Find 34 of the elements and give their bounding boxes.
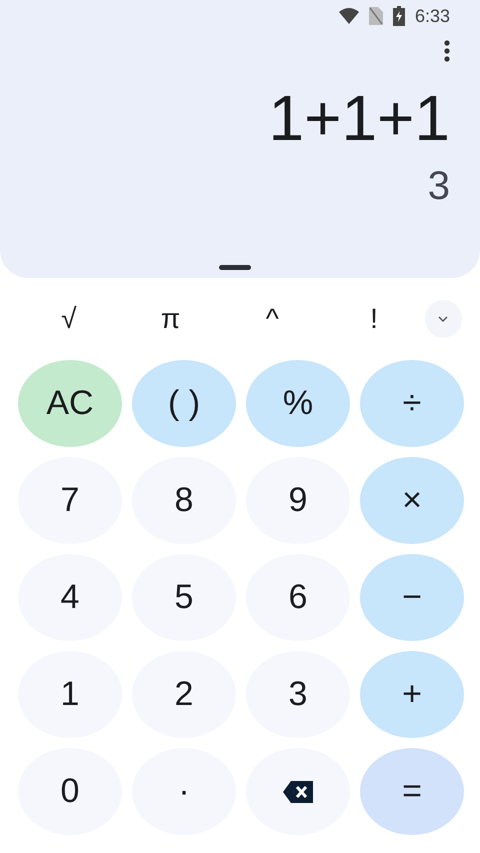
operator-key[interactable]: +: [360, 651, 464, 738]
digit-key[interactable]: ·: [132, 748, 236, 835]
wifi-icon: [338, 8, 359, 24]
digit-key[interactable]: 6: [246, 554, 350, 641]
function-key[interactable]: √: [18, 298, 120, 340]
digit-key[interactable]: 8: [132, 457, 236, 544]
expression-text: 1+1+1: [268, 86, 450, 150]
operator-key[interactable]: %: [246, 360, 350, 447]
function-key[interactable]: !: [323, 298, 425, 340]
digit-key[interactable]: 0: [18, 748, 122, 835]
result-text: 3: [428, 166, 450, 206]
drag-handle[interactable]: [219, 265, 251, 270]
digit-key[interactable]: 4: [18, 554, 122, 641]
function-key[interactable]: π: [120, 298, 222, 340]
clear-key[interactable]: AC: [18, 360, 122, 447]
digit-key[interactable]: 5: [132, 554, 236, 641]
operator-key[interactable]: −: [360, 554, 464, 641]
operator-key[interactable]: ( ): [132, 360, 236, 447]
digit-key[interactable]: 9: [246, 457, 350, 544]
digit-key[interactable]: 2: [132, 651, 236, 738]
clock-time: 6:33: [414, 4, 450, 28]
equals-key[interactable]: =: [360, 748, 464, 835]
digit-key[interactable]: 1: [18, 651, 122, 738]
operator-key[interactable]: ×: [360, 457, 464, 544]
operator-key[interactable]: ÷: [360, 360, 464, 447]
chevron-down-icon: [438, 316, 448, 322]
more-options-icon[interactable]: [444, 40, 450, 62]
no-sim-icon: [368, 7, 383, 25]
battery-charging-icon: [392, 6, 405, 26]
backspace-icon: [283, 780, 313, 802]
digit-key[interactable]: 7: [18, 457, 122, 544]
expand-toggle[interactable]: [424, 300, 462, 338]
function-key[interactable]: ^: [221, 298, 324, 340]
digit-key[interactable]: 3: [246, 651, 350, 738]
